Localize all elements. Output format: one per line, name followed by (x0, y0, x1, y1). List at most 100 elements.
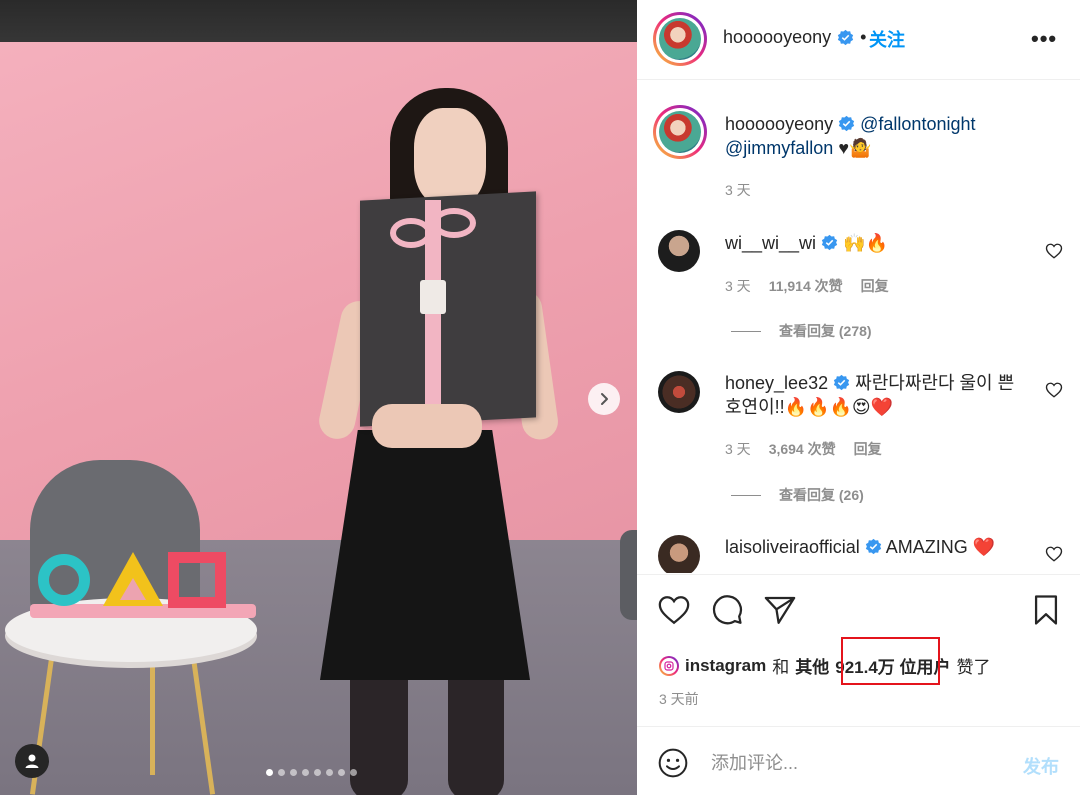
user-icon (25, 754, 39, 768)
avatar-ring-inner (656, 108, 704, 156)
carousel-dot[interactable] (302, 769, 309, 776)
carousel-dot[interactable] (266, 769, 273, 776)
follow-button[interactable]: 关注 (869, 26, 905, 52)
carousel-dot[interactable] (326, 769, 333, 776)
instagram-logo-icon (664, 660, 674, 671)
more-options-button[interactable]: ••• (1031, 26, 1057, 52)
mention-link[interactable]: @fallontonight (860, 114, 975, 134)
comment-body: AMAZING ❤️ (885, 537, 996, 557)
author-avatar[interactable] (653, 12, 707, 66)
heart-icon[interactable] (1045, 381, 1063, 399)
photo-person-face (414, 108, 486, 206)
instagram-avatar-core (661, 657, 677, 674)
view-replies-button[interactable]: 查看回复 (26) (731, 485, 864, 505)
post-comment-button[interactable]: 发布 (1023, 753, 1059, 779)
verified-badge-icon (838, 115, 855, 132)
commenter-avatar[interactable] (658, 230, 700, 272)
comments-list[interactable]: hoooooyeony @fallontonight @jimmyfallon … (637, 81, 1080, 573)
chevron-right-icon (601, 393, 608, 405)
comment-input[interactable] (711, 749, 1001, 777)
carousel-next-button[interactable] (588, 383, 620, 415)
avatar-ring-inner (656, 15, 704, 63)
replies-divider (731, 494, 761, 496)
reply-button[interactable]: 回复 (854, 439, 882, 459)
view-replies-label: 查看回复 (278) (779, 323, 872, 339)
photo-gift-tag (420, 280, 446, 314)
carousel-dot[interactable] (350, 769, 357, 776)
comment-username[interactable]: wi__wi__wi (725, 233, 816, 253)
like-heart-icon[interactable] (657, 593, 691, 627)
comment-username[interactable]: honey_lee32 (725, 373, 828, 393)
likes-count-highlight (841, 637, 940, 685)
instagram-avatar[interactable] (659, 655, 679, 676)
commenter-avatar[interactable] (658, 535, 700, 573)
liker-username[interactable]: instagram (685, 656, 766, 676)
likes-others-label[interactable]: 其他 (795, 653, 829, 678)
verified-badge-icon (837, 29, 854, 46)
photo-person-leg (350, 660, 408, 795)
add-comment-bar: 发布 (637, 726, 1080, 795)
photo-gift-bow (432, 208, 476, 238)
commenter-avatar[interactable] (658, 371, 700, 413)
carousel-dot[interactable] (278, 769, 285, 776)
caption-username[interactable]: hoooooyeony (725, 114, 833, 134)
photo-person-hands (372, 404, 482, 448)
post-actions: instagram 和 其他 921.4万 位用户 赞了 3 天前 (637, 574, 1080, 724)
comment-likes[interactable]: 11,914 次赞 (769, 276, 843, 296)
heart-icon[interactable] (1045, 545, 1063, 563)
comment-text: wi__wi__wi 🙌🔥 (725, 231, 1025, 255)
post-photo[interactable] (0, 0, 637, 795)
verified-badge-icon (865, 538, 881, 555)
photo-chair-right (620, 530, 637, 620)
view-replies-button[interactable]: 查看回复 (278) (731, 321, 872, 341)
post-side-panel: hoooooyeony • 关注 ••• hoooooyeony @fallon… (637, 0, 1080, 795)
comment-username[interactable]: laisoliveiraofficial (725, 537, 860, 557)
view-replies-label: 查看回复 (26) (779, 487, 864, 503)
caption-text: hoooooyeony @fallontonight @jimmyfallon … (725, 112, 1025, 160)
caption-meta: 3 天 (725, 180, 751, 200)
carousel-dot[interactable] (290, 769, 297, 776)
comment-text: honey_lee32 짜란다짜란다 울이 쁜 호연이!!🔥🔥🔥😍❤️ (725, 371, 1025, 419)
share-paper-plane-icon[interactable] (763, 593, 797, 627)
carousel-dots (266, 769, 357, 776)
author-username-wrap: hoooooyeony • (723, 27, 866, 48)
avatar-image (659, 111, 701, 153)
comment-bubble-icon[interactable] (710, 593, 744, 627)
replies-divider (731, 330, 761, 332)
comment-body: 🙌🔥 (843, 233, 888, 253)
reply-button[interactable]: 回复 (861, 276, 889, 296)
photo-triangle-hole (120, 578, 146, 600)
bookmark-icon[interactable] (1029, 593, 1063, 627)
carousel-dot[interactable] (338, 769, 345, 776)
caption-emoji: ♥🤷 (838, 138, 872, 158)
photo-table-leg (150, 655, 155, 775)
verified-badge-icon (833, 374, 850, 391)
photo-square-shape (168, 552, 226, 608)
mention-link[interactable]: @jimmyfallon (725, 138, 833, 158)
avatar-image (659, 18, 701, 60)
tagged-users-button[interactable] (15, 744, 49, 778)
header-separator: • (860, 27, 867, 47)
comment-meta: 3 天 3,694 次赞 回复 (725, 439, 882, 459)
comment-likes[interactable]: 3,694 次赞 (769, 439, 836, 459)
comment-text: laisoliveiraofficial AMAZING ❤️ (725, 535, 1025, 559)
caption-time: 3 天 (725, 182, 751, 198)
comment-time: 3 天 (725, 278, 751, 294)
instagram-post-view: hoooooyeony • 关注 ••• hoooooyeony @fallon… (0, 0, 1080, 795)
caption-avatar[interactable] (653, 105, 707, 159)
photo-circle-shape (38, 554, 90, 606)
comment-meta: 3 天 11,914 次赞 回复 (725, 276, 889, 296)
verified-badge-icon (821, 234, 838, 251)
likes-suffix: 赞了 (956, 658, 991, 677)
author-username[interactable]: hoooooyeony (723, 27, 831, 48)
post-header: hoooooyeony • 关注 ••• (637, 0, 1080, 80)
likes-and: 和 (772, 658, 790, 677)
likes-summary: instagram 和 其他 921.4万 位用户 赞了 (659, 653, 991, 678)
post-timestamp[interactable]: 3 天前 (659, 689, 699, 709)
emoji-icon[interactable] (657, 747, 689, 779)
photo-person-leg (448, 660, 504, 795)
heart-icon[interactable] (1045, 242, 1063, 260)
comment-time: 3 天 (725, 441, 751, 457)
carousel-dot[interactable] (314, 769, 321, 776)
photo-gift-bow (390, 218, 432, 248)
